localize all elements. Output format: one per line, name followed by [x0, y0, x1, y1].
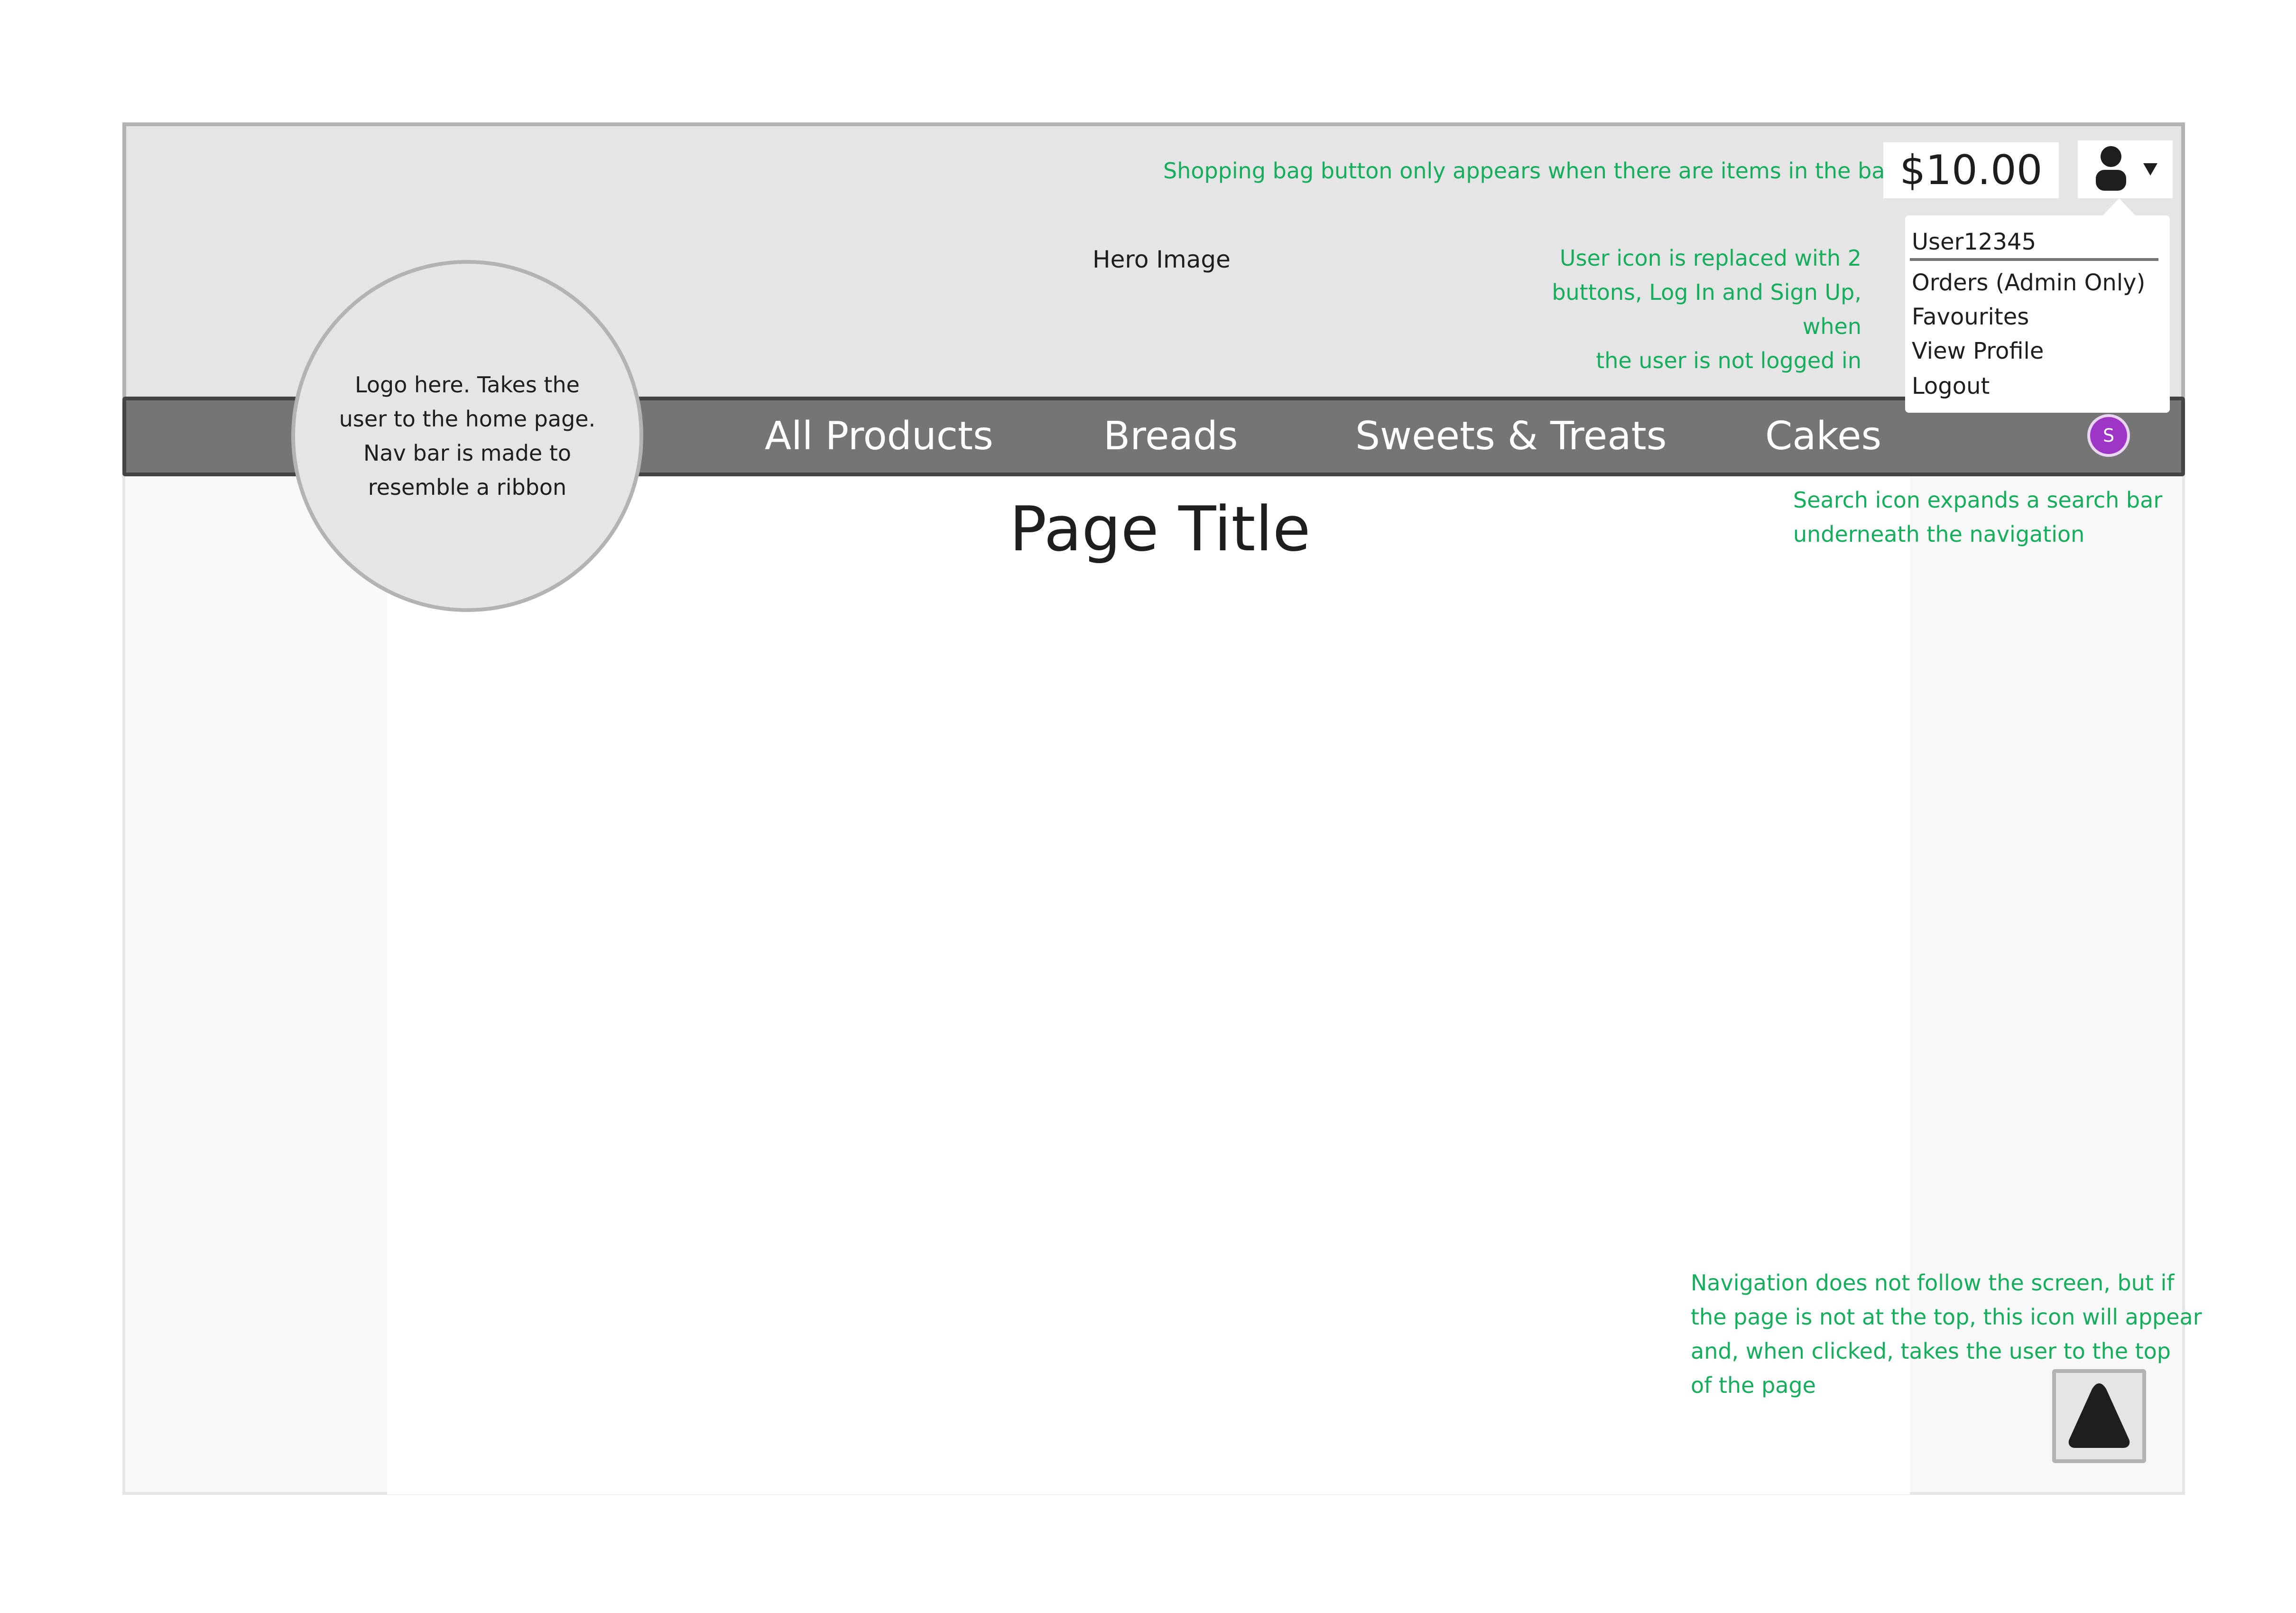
search-icon: S [2102, 425, 2115, 446]
search-button[interactable]: S [2087, 414, 2130, 457]
dropdown-item-orders[interactable]: Orders (Admin Only) [1912, 269, 2145, 297]
annotation-search: Search icon expands a search bar underne… [1793, 487, 2163, 547]
dropdown-pointer [2103, 198, 2135, 215]
dropdown-item-favourites[interactable]: Favourites [1912, 303, 2029, 331]
triangle-up-icon [2068, 1383, 2130, 1448]
page-title: Page Title [1009, 493, 1311, 565]
annotation-shopping-bag: Shopping bag button only appears when th… [1163, 158, 1899, 184]
user-menu-button[interactable] [2078, 140, 2173, 198]
dropdown-item-view-profile[interactable]: View Profile [1912, 337, 2044, 365]
nav-item-sweets-treats[interactable]: Sweets & Treats [1355, 413, 1666, 460]
user-icon [2096, 146, 2126, 191]
hero-image-label: Hero Image [1092, 246, 1231, 273]
main-content-area [387, 474, 1910, 1494]
nav-item-breads[interactable]: Breads [1103, 413, 1238, 460]
shopping-bag-button[interactable]: $10.00 [1883, 142, 2059, 198]
back-to-top-button[interactable] [2052, 1369, 2146, 1463]
nav-item-cakes[interactable]: Cakes [1765, 413, 1881, 460]
dropdown-divider [1910, 258, 2158, 261]
logo[interactable]: Logo here. Takes the user to the home pa… [291, 260, 643, 612]
caret-down-icon [2143, 163, 2157, 176]
nav-item-all-products[interactable]: All Products [765, 413, 993, 460]
logo-text: Logo here. Takes the user to the home pa… [339, 372, 596, 500]
dropdown-username: User12345 [1912, 229, 2037, 255]
annotation-user-icon: User icon is replaced with 2 buttons, Lo… [1552, 245, 1861, 373]
dropdown-item-logout[interactable]: Logout [1912, 372, 1990, 400]
